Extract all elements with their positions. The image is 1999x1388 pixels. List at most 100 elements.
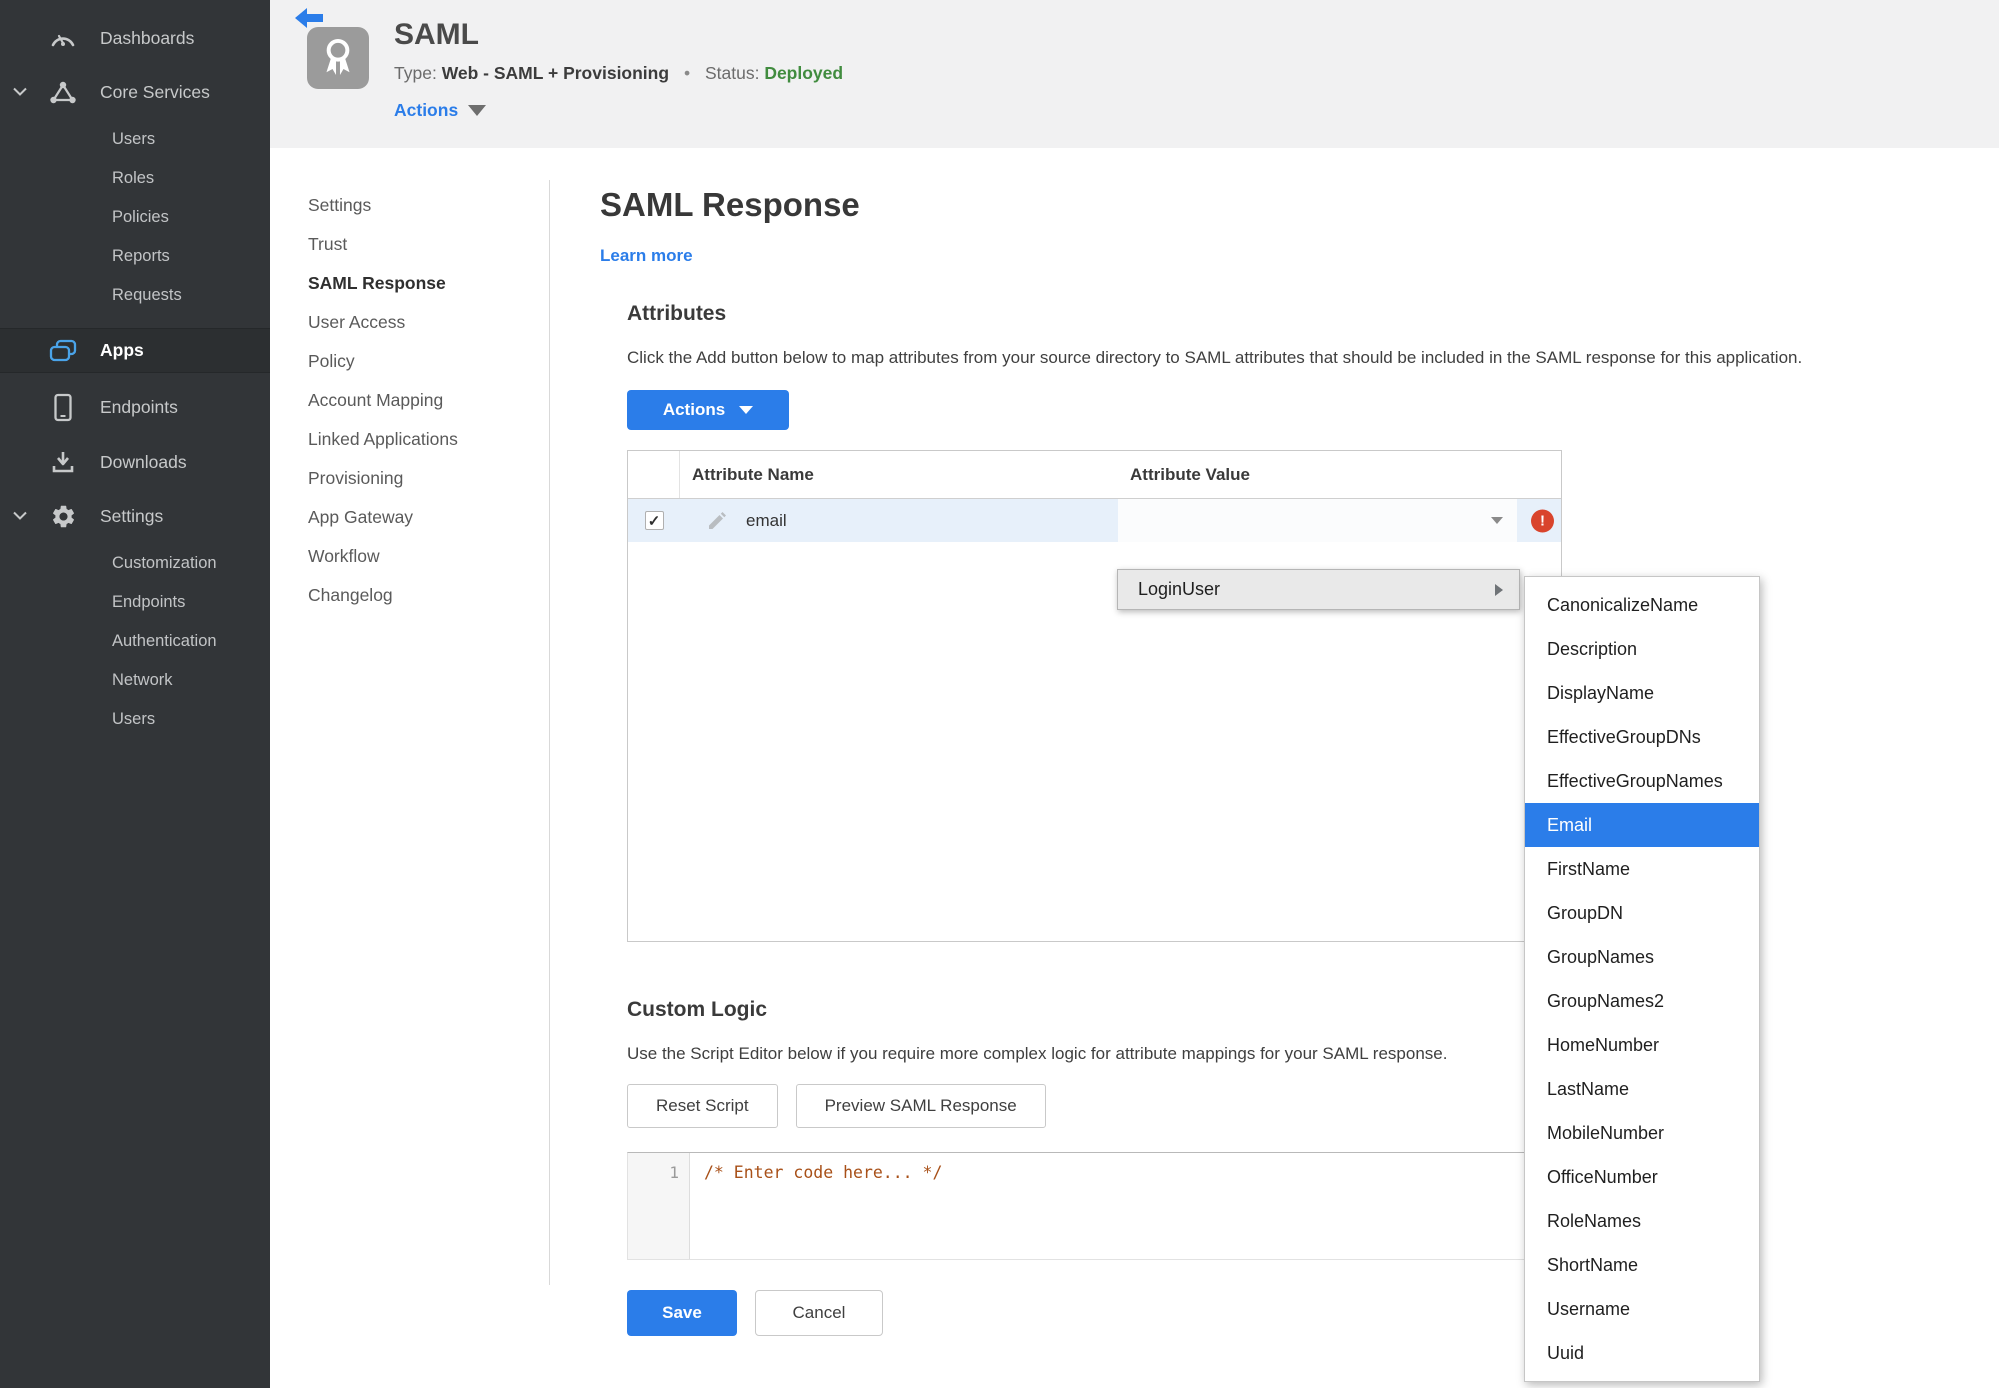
chevron-down-icon[interactable] (13, 511, 27, 521)
sidebar-item-downloads[interactable]: Downloads (0, 440, 270, 484)
subnav-item[interactable]: Workflow (308, 537, 533, 576)
sidebar-item-label: Dashboards (100, 27, 195, 48)
attributes-actions-button[interactable]: Actions (627, 390, 789, 431)
value-menu-option[interactable]: GroupNames (1525, 935, 1759, 979)
attributes-table: Attribute Name Attribute Value ✓ email ! (627, 450, 1562, 943)
sidebar-settings-sublist: Customization Endpoints Authentication Netw… (0, 544, 270, 739)
app-meta: Type: Web - SAML + Provisioning • Status… (394, 63, 843, 84)
header-actions-menu[interactable]: Actions (394, 100, 843, 121)
value-menu-option[interactable]: CanonicalizeName (1525, 583, 1759, 627)
row-checkbox[interactable]: ✓ (644, 511, 664, 531)
sidebar-item-dashboards[interactable]: Dashboards (0, 16, 270, 60)
sidebar-core-sublist: Users Roles Policies Reports Requests (0, 120, 270, 315)
subnav-item[interactable]: User Access (308, 303, 533, 342)
sidebar-subitem[interactable]: Authentication (0, 622, 270, 661)
save-button[interactable]: Save (627, 1290, 737, 1337)
subnav-item[interactable]: SAML Response (308, 264, 533, 303)
preview-saml-response-button[interactable]: Preview SAML Response (795, 1084, 1046, 1129)
value-menu-option[interactable]: GroupNames2 (1525, 979, 1759, 1023)
sidebar-item-settings[interactable]: Settings (0, 494, 270, 538)
main-content: SAML Response Learn more Attributes Clic… (600, 148, 1985, 1337)
custom-logic-description: Use the Script Editor below if you requi… (627, 1044, 1448, 1064)
attribute-value-select[interactable] (1118, 499, 1517, 543)
value-menu-option[interactable]: Uuid (1525, 1331, 1759, 1375)
value-menu-option[interactable]: RoleNames (1525, 1199, 1759, 1243)
apps-icon (48, 338, 78, 364)
status-label: Status: (704, 63, 760, 83)
sidebar-item-label: Endpoints (100, 396, 178, 417)
mobile-device-icon (48, 393, 78, 422)
value-menu-option[interactable]: EffectiveGroupNames (1525, 759, 1759, 803)
app-subnav: Settings Trust SAML Response User Access Pol… (308, 186, 533, 615)
error-icon: ! (1531, 509, 1554, 533)
core-services-icon (48, 80, 78, 105)
sidebar-subitem[interactable]: Roles (0, 159, 270, 198)
sidebar-subitem[interactable]: Requests (0, 276, 270, 315)
subnav-item[interactable]: Policy (308, 342, 533, 381)
type-value: Web - SAML + Provisioning (441, 63, 670, 83)
reset-script-button[interactable]: Reset Script (627, 1084, 778, 1129)
value-menu-option[interactable]: Description (1525, 627, 1759, 671)
sidebar-subitem[interactable]: Users (0, 120, 270, 159)
cancel-button[interactable]: Cancel (755, 1290, 883, 1337)
type-label: Type: (394, 63, 437, 83)
subnav-item[interactable]: Provisioning (308, 459, 533, 498)
sidebar-item-endpoints[interactable]: Endpoints (0, 385, 270, 429)
subnav-item[interactable]: Settings (308, 186, 533, 225)
subnav-item[interactable]: Changelog (308, 576, 533, 615)
edit-pencil-icon[interactable] (706, 510, 728, 532)
attributes-heading: Attributes (627, 302, 727, 326)
value-menu-options: CanonicalizeName Description DisplayName Ef… (1524, 576, 1760, 1382)
sidebar-subitem[interactable]: Customization (0, 544, 270, 583)
script-editor: 1 /* Enter code here... */ (627, 1152, 1562, 1261)
sidebar-item-apps[interactable]: Apps (0, 328, 270, 373)
editor-line-number: 1 (628, 1153, 690, 1260)
sidebar-subitem[interactable]: Network (0, 661, 270, 700)
caret-down-icon (739, 406, 754, 415)
gauge-icon (48, 27, 78, 49)
caret-down-icon (468, 105, 487, 116)
status-value: Deployed (764, 63, 844, 83)
subnav-item[interactable]: Linked Applications (308, 420, 533, 459)
attributes-actions-label: Actions (662, 400, 726, 420)
value-menu-option[interactable]: FirstName (1525, 847, 1759, 891)
editor-code-area[interactable]: /* Enter code here... */ (690, 1153, 1561, 1259)
value-menu-option[interactable]: OfficeNumber (1525, 1155, 1759, 1199)
value-menu-option[interactable]: EffectiveGroupDNs (1525, 715, 1759, 759)
sidebar-subitem[interactable]: Policies (0, 198, 270, 237)
attributes-table-header: Attribute Name Attribute Value (628, 451, 1561, 500)
header-actions-label: Actions (394, 100, 459, 120)
value-menu-option[interactable]: LastName (1525, 1067, 1759, 1111)
value-menu-option[interactable]: Email (1525, 803, 1759, 847)
sidebar-item-label: Downloads (100, 451, 187, 472)
custom-logic-heading: Custom Logic (627, 998, 767, 1022)
value-menu-root-item[interactable]: LoginUser (1117, 569, 1520, 610)
select-column-header (628, 451, 680, 499)
value-menu-option[interactable]: Username (1525, 1287, 1759, 1331)
vertical-divider (549, 180, 550, 1285)
chevron-down-icon[interactable] (13, 87, 27, 97)
app-root: Dashboards Core Services Users Roles Polic… (0, 0, 1999, 1388)
subnav-item[interactable]: Trust (308, 225, 533, 264)
subnav-item[interactable]: App Gateway (308, 498, 533, 537)
value-menu-option[interactable]: ShortName (1525, 1243, 1759, 1287)
attribute-name-value: email (746, 510, 787, 530)
learn-more-link[interactable]: Learn more (600, 246, 693, 266)
attributes-description: Click the Add button below to map attrib… (627, 348, 1803, 368)
select-caret-icon (1491, 517, 1503, 525)
value-menu-option[interactable]: HomeNumber (1525, 1023, 1759, 1067)
value-menu-option[interactable]: MobileNumber (1525, 1111, 1759, 1155)
value-menu-root-label: LoginUser (1138, 579, 1221, 599)
sidebar: Dashboards Core Services Users Roles Polic… (0, 0, 270, 1388)
app-title: SAML (394, 18, 479, 51)
sidebar-subitem[interactable]: Reports (0, 237, 270, 276)
value-menu-option[interactable]: GroupDN (1525, 891, 1759, 935)
value-menu-option[interactable]: DisplayName (1525, 671, 1759, 715)
attribute-name-column-header: Attribute Name (692, 464, 814, 484)
sidebar-item-core-services[interactable]: Core Services (0, 70, 270, 114)
sidebar-subitem[interactable]: Endpoints (0, 583, 270, 622)
subnav-item[interactable]: Account Mapping (308, 381, 533, 420)
attribute-value-column-header: Attribute Value (1130, 464, 1250, 484)
app-header: SAML Type: Web - SAML + Provisioning • S… (270, 0, 1999, 148)
sidebar-subitem[interactable]: Users (0, 700, 270, 739)
